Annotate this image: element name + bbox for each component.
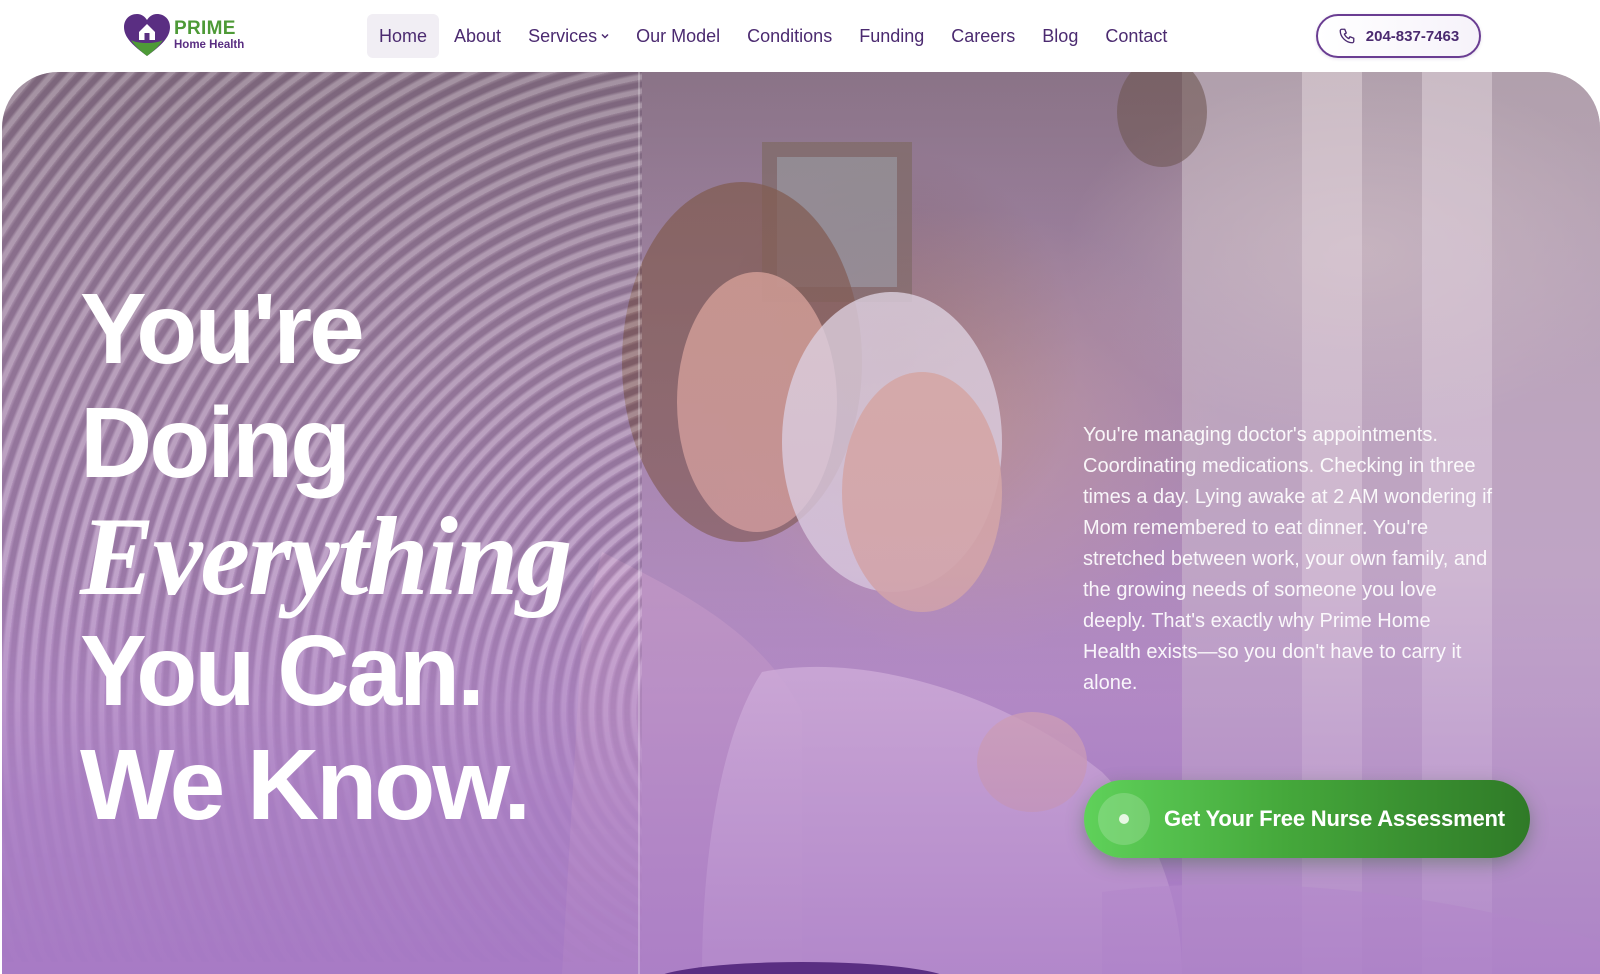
free-nurse-assessment-button[interactable]: Get Your Free Nurse Assessment bbox=[1084, 780, 1530, 858]
logo-wordmark: PRIME bbox=[174, 17, 236, 39]
hero-description: You're managing doctor's appointments. C… bbox=[1083, 424, 1493, 694]
cta-label: Get Your Free Nurse Assessment bbox=[1164, 806, 1505, 831]
heart-house-logo-icon bbox=[124, 14, 170, 56]
logo-tagline: Home Health bbox=[174, 38, 245, 51]
nav-careers[interactable]: Careers bbox=[939, 14, 1027, 58]
phone-icon bbox=[1339, 28, 1355, 44]
headline-line: You Can. bbox=[80, 615, 485, 727]
headline-line: We Know. bbox=[80, 729, 531, 841]
nav-home[interactable]: Home bbox=[367, 14, 440, 58]
nav-funding[interactable]: Funding bbox=[847, 14, 936, 58]
dot-icon bbox=[1098, 793, 1150, 845]
nav-blog[interactable]: Blog bbox=[1030, 14, 1090, 58]
hero-section: You're Doing Everything You Can. We Know… bbox=[2, 72, 1600, 974]
nav-our-model[interactable]: Our Model bbox=[624, 14, 732, 58]
logo[interactable]: PRIME Home Health bbox=[122, 12, 252, 58]
nav-services[interactable]: Services bbox=[516, 14, 621, 58]
headline-emphasis: Everything bbox=[80, 495, 572, 619]
main-nav: Home About Services Our Model Conditions… bbox=[367, 14, 1182, 58]
headline-line: You're bbox=[80, 273, 365, 385]
chevron-down-icon bbox=[601, 33, 609, 39]
nav-conditions[interactable]: Conditions bbox=[735, 14, 844, 58]
phone-button[interactable]: 204-837-7463 bbox=[1316, 14, 1481, 58]
site-header: PRIME Home Health Home About Services Ou… bbox=[0, 0, 1600, 72]
nav-services-label: Services bbox=[528, 25, 598, 46]
nav-contact[interactable]: Contact bbox=[1093, 14, 1179, 58]
phone-number: 204-837-7463 bbox=[1365, 27, 1460, 45]
headline-line: Doing bbox=[80, 387, 351, 499]
nav-about[interactable]: About bbox=[442, 14, 513, 58]
hero-headline: You're Doing Everything You Can. We Know… bbox=[80, 272, 640, 842]
